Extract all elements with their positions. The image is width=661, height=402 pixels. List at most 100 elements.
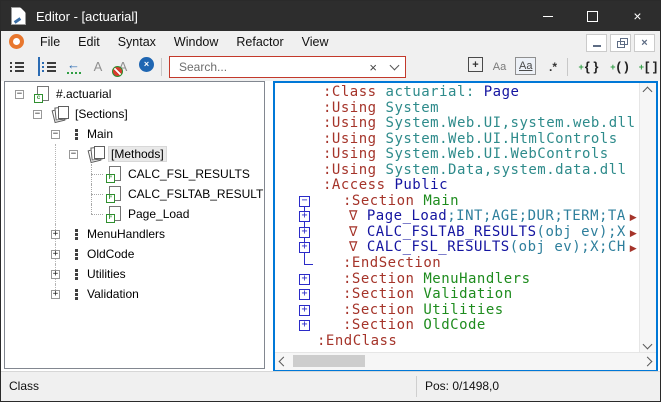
scroll-left-icon[interactable] — [279, 357, 289, 367]
menu-items: FileEditSyntaxWindowRefactorView — [31, 31, 338, 53]
fold-plus-icon[interactable]: + — [299, 320, 310, 331]
section-icon — [71, 286, 81, 302]
fold-plus-icon[interactable]: + — [299, 289, 310, 300]
code-line: :Using System.Web.UI,system.web.dll — [275, 116, 640, 132]
code-line: :Using System — [275, 101, 640, 117]
menu-refactor[interactable]: Refactor — [227, 31, 292, 53]
expander-collapse-icon[interactable]: − — [33, 110, 42, 119]
search-box[interactable]: × — [169, 56, 406, 78]
expander-collapse-icon[interactable]: − — [69, 150, 78, 159]
back-icon[interactable]: ← — [65, 57, 82, 76]
fold-minus-icon[interactable]: − — [299, 196, 310, 207]
no-match-letter-icon[interactable]: A — [116, 57, 130, 76]
window-title: Editor - [actuarial] — [36, 9, 138, 24]
box-plus-icon[interactable]: + — [468, 57, 483, 72]
code-token: System — [386, 100, 440, 116]
expander-expand-icon[interactable]: + — [51, 290, 60, 299]
insert-braces-icon[interactable]: +{ } — [576, 57, 601, 76]
expander-collapse-icon[interactable]: − — [51, 130, 60, 139]
mdi-minimize-button[interactable] — [586, 34, 607, 52]
vertical-scrollbar[interactable] — [639, 83, 656, 353]
status-mode: Class — [9, 379, 39, 393]
code-line: +:Section OldCode — [275, 318, 640, 334]
parens-glyph: ( ) — [616, 59, 628, 74]
line-numbers-icon[interactable] — [9, 57, 26, 76]
truncation-marker: ▶ — [630, 244, 637, 254]
tree-item-label: MenuHandlers — [84, 226, 168, 242]
minimize-button[interactable] — [525, 1, 570, 31]
code-pane[interactable]: :Class actuarial: Page:Using System:Usin… — [273, 81, 658, 372]
mdi-restore-button[interactable] — [610, 34, 631, 52]
match-letter-icon[interactable]: A — [91, 57, 105, 76]
tree-item-label: Page_Load — [125, 206, 192, 222]
expander-expand-icon[interactable]: + — [51, 230, 60, 239]
tree-item-actuarial[interactable]: −c#.actuarial — [5, 84, 264, 104]
expander-expand-icon[interactable]: + — [51, 270, 60, 279]
mdi-minimize-icon — [593, 45, 601, 47]
maximize-button[interactable] — [570, 1, 615, 31]
menu-edit[interactable]: Edit — [69, 31, 109, 53]
tree-item-label: CALC_FSLTAB_RESULTS — [125, 186, 265, 202]
code-token: CALC_FSLTAB_RESULTS — [367, 224, 537, 240]
plus-glyph: + — [579, 62, 584, 72]
clear-circle-icon[interactable]: × — [139, 57, 154, 72]
code-line: +∇ Page_Load;INT;AGE;DUR;TERM;TA▶ — [275, 209, 640, 225]
close-icon: × — [633, 9, 641, 23]
mdi-window-buttons: × — [586, 34, 655, 52]
expander-expand-icon[interactable]: + — [51, 250, 60, 259]
code-token: ∇ — [349, 208, 367, 224]
tree-item-calc-fsl-results[interactable]: FCALC_FSL_RESULTS — [5, 164, 264, 184]
code-token: :Section — [343, 317, 423, 333]
horizontal-scroll-thumb[interactable] — [293, 355, 365, 367]
tree-item-label: Utilities — [84, 266, 129, 282]
scroll-down-icon[interactable] — [643, 340, 653, 350]
horizontal-scrollbar[interactable] — [275, 352, 656, 370]
whole-word-icon[interactable]: Aa — [515, 57, 536, 75]
menu-window[interactable]: Window — [165, 31, 227, 53]
search-input[interactable] — [177, 59, 369, 75]
code-line: :Access Public — [275, 178, 640, 194]
tree-item-methods[interactable]: − [Methods] — [5, 144, 264, 164]
mdi-close-button[interactable]: × — [634, 34, 655, 52]
tree-item-validation[interactable]: +Validation — [5, 284, 264, 304]
outline-icon[interactable] — [38, 57, 57, 76]
tree-guide-line — [55, 164, 56, 184]
braces-glyph: { } — [585, 59, 599, 74]
insert-parens-icon[interactable]: +( ) — [607, 57, 632, 76]
tree-item-oldcode[interactable]: +OldCode — [5, 244, 264, 264]
truncation-marker: ▶ — [630, 229, 637, 239]
regex-icon[interactable]: .* — [545, 57, 561, 76]
tree-item-sections[interactable]: −[Sections] — [5, 104, 264, 124]
brackets-glyph: [ ] — [645, 59, 657, 74]
code-token: ;INT;AGE;DUR;TERM;TA — [447, 208, 626, 224]
close-button[interactable]: × — [615, 1, 660, 31]
tree-item-calc-fsltab-results[interactable]: FCALC_FSLTAB_RESULTS — [5, 184, 264, 204]
code-line: :Using System.Web.UI.HtmlControls — [275, 132, 640, 148]
match-case-icon[interactable]: Aa — [491, 57, 508, 76]
menu-view[interactable]: View — [293, 31, 338, 53]
code-token: :Section — [343, 193, 423, 209]
tree-item-label: [Methods] — [108, 146, 167, 162]
fold-plus-icon[interactable]: + — [299, 211, 310, 222]
tree-item-utilities[interactable]: + Utilities — [5, 264, 264, 284]
scroll-right-icon[interactable] — [643, 357, 653, 367]
fold-plus-icon[interactable]: + — [299, 274, 310, 285]
code-token: :EndClass — [317, 333, 397, 349]
code-token: Validation — [423, 286, 512, 302]
mdi-restore-icon — [617, 41, 625, 48]
scroll-up-icon[interactable] — [643, 87, 653, 97]
insert-brackets-icon[interactable]: +[ ] — [637, 57, 659, 76]
menu-syntax[interactable]: Syntax — [109, 31, 165, 53]
title-bar: Editor - [actuarial] × — [1, 1, 660, 31]
tree-item-main[interactable]: −Main — [5, 124, 264, 144]
tree-item-page-load[interactable]: FPage_Load — [5, 204, 264, 224]
tree-item-menuhandlers[interactable]: + MenuHandlers — [5, 224, 264, 244]
fold-plus-icon[interactable]: + — [299, 305, 310, 316]
fold-plus-icon[interactable]: + — [299, 242, 310, 253]
search-dropdown-icon[interactable] — [390, 61, 400, 71]
pages-icon — [53, 106, 69, 122]
expander-collapse-icon[interactable]: − — [15, 90, 24, 99]
menu-file[interactable]: File — [31, 31, 69, 53]
fold-plus-icon[interactable]: + — [299, 227, 310, 238]
search-clear-icon[interactable]: × — [369, 61, 377, 74]
